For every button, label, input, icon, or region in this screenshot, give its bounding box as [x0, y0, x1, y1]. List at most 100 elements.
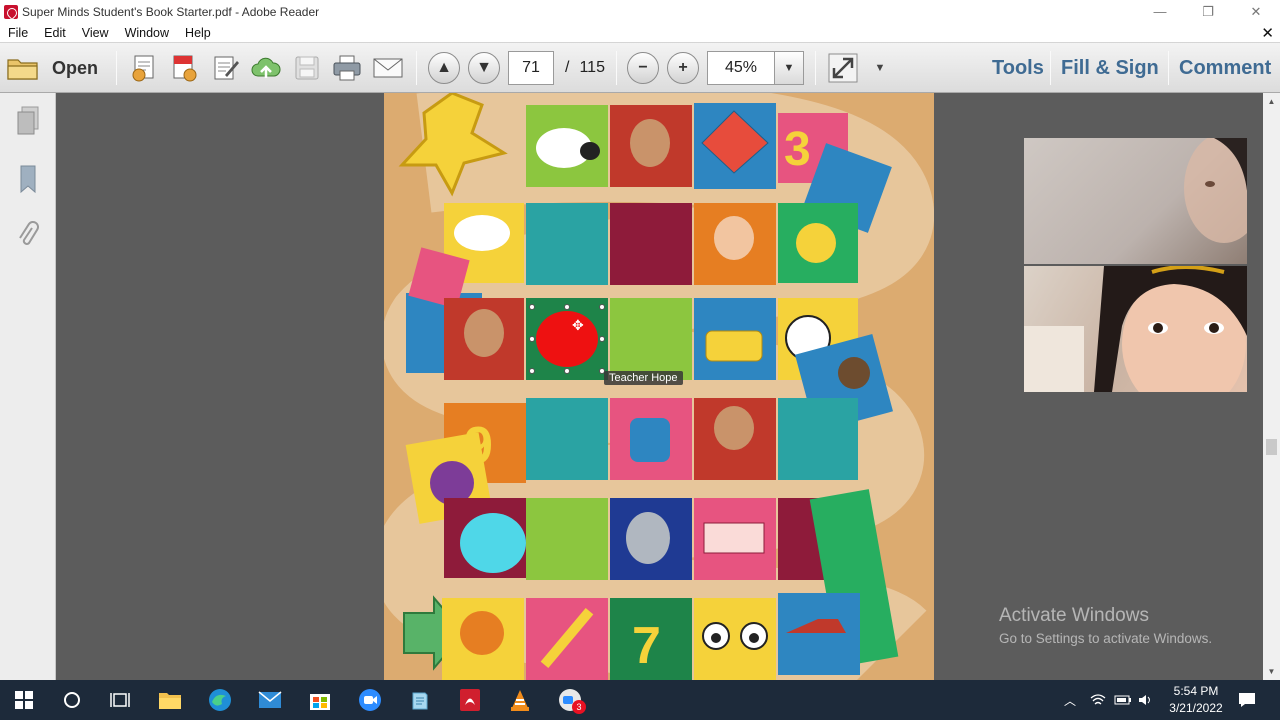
menu-edit[interactable]: Edit [36, 26, 74, 40]
annotation-author-label: Teacher Hope [604, 371, 683, 385]
network-icon[interactable] [1090, 680, 1106, 720]
attachments-icon[interactable] [16, 219, 40, 251]
clock-time: 5:54 PM [1173, 684, 1219, 698]
toolbar-separator [416, 51, 417, 85]
notification-badge: 3 [572, 700, 586, 714]
page-total: / 115 [560, 43, 610, 93]
window-title: Super Minds Student's Book Starter.pdf -… [22, 4, 320, 19]
expand-arrows-icon [828, 53, 858, 83]
menu-view[interactable]: View [74, 26, 117, 40]
title-bar: Super Minds Student's Book Starter.pdf -… [0, 0, 1280, 23]
file-explorer-icon[interactable] [158, 688, 182, 712]
svg-text:3: 3 [784, 123, 811, 176]
save-button[interactable] [290, 43, 324, 93]
webcam-feed-image [1184, 138, 1247, 243]
board-row-6: 7 [403, 593, 860, 680]
previous-page-button[interactable]: ▲ [427, 43, 461, 93]
cloud-upload-icon [251, 57, 281, 78]
print-button[interactable] [330, 43, 364, 93]
vlc-player-icon[interactable] [508, 688, 532, 712]
comment-pane-button[interactable]: Comment [1179, 43, 1271, 93]
toolbar: Open ▲ ▼ 71 / 115 − + 45% ▼ ▼ Tools Fill… [0, 43, 1280, 93]
zoom-level-input[interactable]: 45% [707, 51, 775, 85]
cyan-circle-annotation[interactable] [460, 513, 526, 573]
vertical-scrollbar[interactable]: ▲ ▼ [1263, 93, 1280, 680]
svg-text:7: 7 [632, 617, 661, 675]
microsoft-store-icon[interactable] [308, 688, 332, 712]
save-disk-icon [295, 56, 319, 80]
scroll-up-icon[interactable]: ▲ [1263, 93, 1280, 110]
plus-icon: + [667, 52, 699, 84]
fit-window-button[interactable] [826, 43, 860, 93]
toolbar-separator [116, 51, 117, 85]
action-center-icon[interactable] [1238, 680, 1256, 720]
video-tile-participant-2 [1024, 266, 1247, 392]
bookmarks-icon[interactable] [16, 163, 40, 195]
task-view-icon[interactable] [108, 688, 132, 712]
scroll-down-icon[interactable]: ▼ [1263, 663, 1280, 680]
create-pdf-button[interactable] [126, 43, 162, 93]
adobe-reader-icon [4, 4, 18, 19]
move-cursor-icon: ✥ [572, 317, 584, 333]
window-controls: — ❐ ✕ [1136, 0, 1280, 23]
toolbar-separator [815, 51, 816, 85]
page-thumbnails-icon[interactable] [16, 105, 40, 137]
arrow-down-icon: ▼ [468, 52, 500, 84]
search-icon[interactable] [60, 688, 84, 712]
edit-pdf-button[interactable] [208, 43, 244, 93]
toolbar-separator [616, 51, 617, 85]
toolbar-separator [1050, 51, 1051, 85]
mail-icon[interactable] [258, 688, 282, 712]
windows-taskbar: 3 ︿ 5:54 PM 3/21/2022 [0, 680, 1280, 720]
adobe-reader-taskbar-icon[interactable] [458, 688, 482, 712]
close-button[interactable]: ✕ [1232, 0, 1280, 23]
menu-window[interactable]: Window [117, 26, 177, 40]
close-document-button[interactable]: ✕ [1261, 24, 1274, 42]
email-button[interactable] [370, 43, 406, 93]
page-total-count: 115 [579, 59, 605, 76]
activate-windows-subtitle: Go to Settings to activate Windows. [999, 631, 1213, 646]
scroll-thumb[interactable] [1266, 439, 1277, 455]
zoom-in-button[interactable]: + [666, 43, 700, 93]
webcam-feed-image [1024, 266, 1247, 392]
zoom-meeting-icon[interactable] [358, 688, 382, 712]
board-row-2 [444, 203, 858, 285]
notepad-app-icon[interactable] [408, 688, 432, 712]
next-page-button[interactable]: ▼ [467, 43, 501, 93]
chevron-down-icon: ▼ [874, 62, 886, 74]
board-game-illustration: 3 7 [384, 93, 934, 680]
fill-sign-pane-button[interactable]: Fill & Sign [1061, 43, 1159, 93]
printer-icon [333, 55, 361, 81]
battery-icon[interactable] [1114, 680, 1132, 720]
restore-button[interactable]: ❐ [1184, 0, 1232, 23]
upload-button[interactable] [248, 43, 284, 93]
export-pdf-button[interactable] [166, 43, 202, 93]
zoom-chat-icon[interactable]: 3 [558, 688, 586, 714]
menu-file[interactable]: File [0, 26, 36, 40]
navigation-panel [0, 93, 56, 680]
minus-icon: − [627, 52, 659, 84]
toolbar-separator [1168, 51, 1169, 85]
volume-icon[interactable] [1138, 680, 1154, 720]
show-hidden-icons-button[interactable]: ︿ [1064, 680, 1076, 720]
toolbar-options-button[interactable]: ▼ [870, 43, 890, 93]
chevron-up-icon: ︿ [1064, 693, 1077, 708]
edit-document-icon [214, 56, 239, 80]
pdf-export-icon [173, 55, 197, 82]
activate-windows-title: Activate Windows [999, 605, 1149, 626]
system-clock[interactable]: 5:54 PM 3/21/2022 [1160, 683, 1232, 717]
folder-icon [7, 59, 38, 80]
zoom-dropdown-button[interactable]: ▼ [774, 51, 804, 85]
zoom-out-button[interactable]: − [626, 43, 660, 93]
menu-help[interactable]: Help [177, 26, 219, 40]
envelope-icon [373, 58, 403, 78]
minimize-button[interactable]: — [1136, 0, 1184, 23]
pdf-page[interactable]: 3 7 ✥ [384, 93, 934, 680]
tools-pane-button[interactable]: Tools [992, 43, 1044, 93]
open-button[interactable]: Open [6, 43, 106, 93]
edge-browser-icon[interactable] [208, 688, 232, 712]
video-tile-participant-1 [1024, 138, 1247, 264]
selection-handles[interactable] [529, 304, 605, 374]
page-number-input[interactable]: 71 [508, 51, 554, 85]
windows-start-icon[interactable] [12, 688, 36, 712]
